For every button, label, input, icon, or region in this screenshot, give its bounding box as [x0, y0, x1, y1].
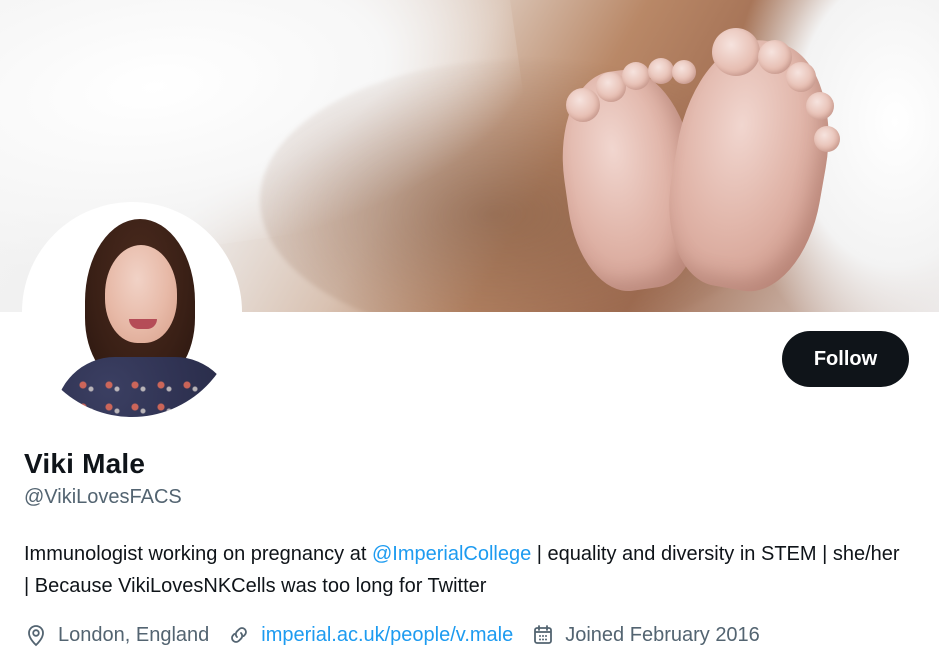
- meta-website: imperial.ac.uk/people/v.male: [227, 623, 513, 647]
- link-icon: [227, 623, 251, 647]
- joined-text: Joined February 2016: [565, 623, 760, 646]
- meta-location: London, England: [24, 623, 209, 647]
- meta-joined: Joined February 2016: [531, 623, 760, 647]
- avatar-top-pattern: [73, 375, 213, 417]
- profile-page: Follow Viki Male @VikiLovesFACS Immunolo…: [0, 0, 939, 670]
- username-handle: @VikiLovesFACS: [24, 486, 182, 508]
- display-name: Viki Male: [24, 448, 146, 479]
- bio-text: Immunologist working on pregnancy at @Im…: [24, 538, 904, 602]
- location-pin-icon: [24, 623, 48, 647]
- baby-toe: [672, 60, 696, 84]
- bio-prefix: Immunologist working on pregnancy at: [24, 543, 372, 565]
- calendar-icon: [531, 623, 555, 647]
- follow-button[interactable]: Follow: [782, 331, 909, 387]
- baby-toe: [786, 62, 816, 92]
- website-link[interactable]: imperial.ac.uk/people/v.male: [261, 624, 513, 647]
- baby-toe: [814, 126, 840, 152]
- profile-avatar[interactable]: [22, 202, 242, 422]
- baby-toe: [566, 88, 600, 122]
- baby-toe: [806, 92, 834, 120]
- baby-toe: [622, 62, 650, 90]
- baby-toe: [648, 58, 674, 84]
- profile-meta: London, England imperial.ac.uk/people/v.…: [24, 619, 760, 651]
- bio-mention-link[interactable]: @ImperialCollege: [372, 543, 531, 565]
- location-text: London, England: [58, 623, 210, 646]
- baby-toe: [712, 28, 760, 76]
